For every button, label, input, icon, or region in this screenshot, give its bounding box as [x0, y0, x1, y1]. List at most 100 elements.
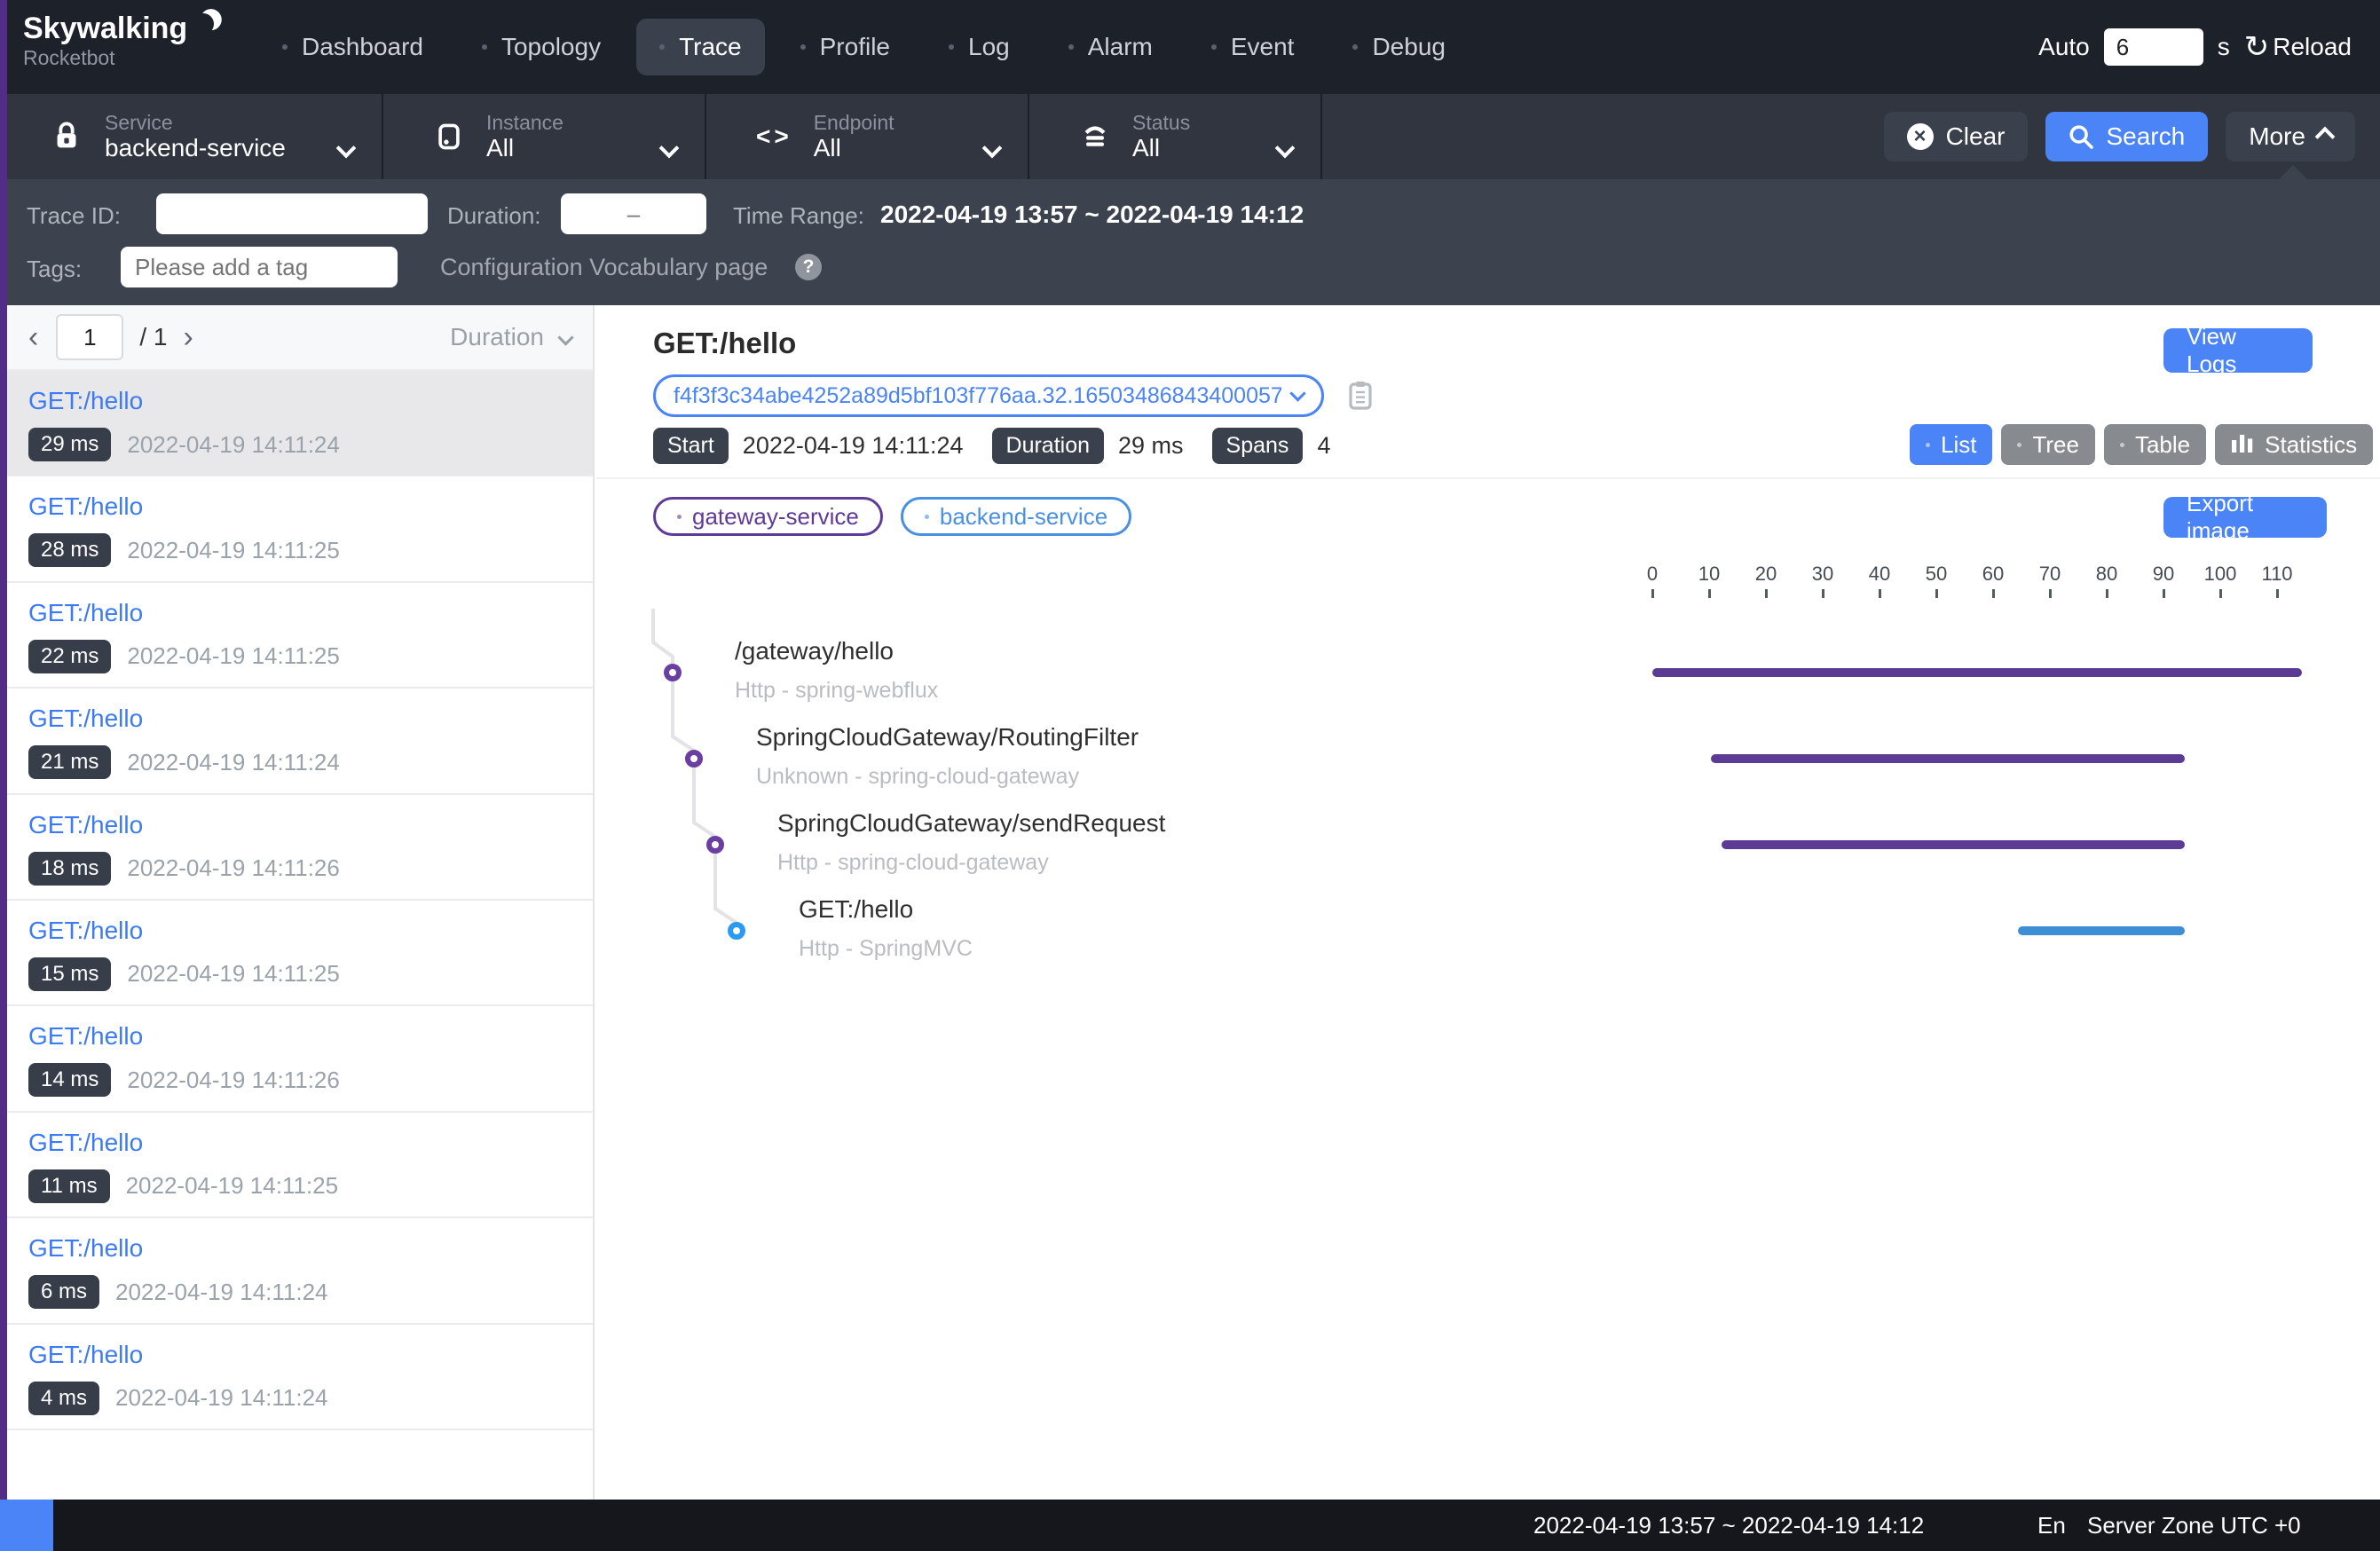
service-tag-gateway-service[interactable]: gateway-service	[653, 497, 883, 536]
trace-list-header: ‹ / 1 › Duration	[7, 305, 593, 371]
span-node-icon[interactable]	[685, 750, 703, 768]
tab-list[interactable]: List	[1910, 424, 1992, 465]
trace-list-item[interactable]: GET:/hello 11 ms2022-04-19 14:11:25	[7, 1113, 593, 1218]
instance-selector[interactable]: Instance All	[383, 94, 706, 179]
trace-item-title[interactable]: GET:/hello	[28, 599, 571, 627]
nav-item-log[interactable]: Log	[926, 19, 1033, 75]
axis-tick-mark	[2049, 589, 2052, 598]
trace-id-select[interactable]: f4f3f3c34abe4252a89d5bf103f776aa.32.1650…	[653, 374, 1324, 417]
reload-button[interactable]: ↻ Reload	[2244, 32, 2352, 62]
sort-dropdown[interactable]: Duration	[450, 323, 571, 351]
page-input[interactable]	[56, 314, 123, 360]
trace-item-title[interactable]: GET:/hello	[28, 1022, 571, 1051]
more-filter-panel: Trace ID: Duration: Time Range: 2022-04-…	[0, 179, 2380, 305]
next-page-button[interactable]: ›	[183, 322, 193, 352]
nav-item-dashboard[interactable]: Dashboard	[259, 19, 446, 75]
nav-item-dot	[1211, 44, 1217, 50]
span-node-icon[interactable]	[728, 922, 745, 940]
span-title[interactable]: SpringCloudGateway/sendRequest	[777, 809, 1165, 838]
trace-duration-badge: 6 ms	[28, 1275, 99, 1309]
axis-tick-mark	[1935, 589, 1938, 598]
search-button[interactable]: Search	[2045, 112, 2208, 161]
trace-duration-badge: 18 ms	[28, 852, 111, 886]
start-value: 2022-04-19 14:11:24	[743, 432, 964, 460]
nav-item-alarm[interactable]: Alarm	[1045, 19, 1176, 75]
trace-list-item[interactable]: GET:/hello 18 ms 2022-04-19 14:11:26	[7, 795, 593, 901]
trace-list-item[interactable]: GET:/hello29 ms2022-04-19 14:11:24	[7, 371, 593, 476]
nav-item-profile[interactable]: Profile	[777, 19, 913, 75]
trace-item-title[interactable]: GET:/hello	[28, 917, 571, 945]
nav-item-label: Topology	[501, 33, 601, 61]
span-node-icon[interactable]	[664, 664, 682, 681]
trace-item-title[interactable]: GET:/hello	[28, 811, 571, 839]
axis-tick-mark	[1708, 589, 1711, 598]
brand-text: Skywalking	[23, 12, 187, 45]
nav-item-topology[interactable]: Topology	[459, 19, 624, 75]
trace-item-meta: 11 ms2022-04-19 14:11:25	[28, 1169, 571, 1203]
trace-item-title[interactable]: GET:/hello	[28, 1234, 571, 1263]
export-image-button[interactable]: Export image	[2163, 497, 2327, 538]
language-switcher[interactable]: En	[2037, 1512, 2066, 1539]
duration-input[interactable]	[561, 193, 706, 234]
copy-icon[interactable]	[1349, 380, 1372, 417]
span-title[interactable]: /gateway/hello	[735, 637, 894, 665]
axis-tick-label: 110	[2261, 563, 2292, 586]
auto-label: Auto	[2038, 33, 2090, 61]
trace-timestamp: 2022-04-19 14:11:24	[115, 1384, 328, 1412]
export-image-label: Export image	[2187, 490, 2304, 545]
view-logs-button[interactable]: View Logs	[2163, 328, 2313, 373]
endpoint-selector[interactable]: <> Endpoint All	[706, 94, 1029, 179]
trace-list-item[interactable]: GET:/hello15 ms2022-04-19 14:11:25	[7, 901, 593, 1006]
nav-item-dot	[1352, 44, 1358, 50]
prev-page-button[interactable]: ‹	[28, 322, 38, 352]
trace-list-item[interactable]: GET:/hello14 ms2022-04-19 14:11:26	[7, 1006, 593, 1112]
auto-unit: s	[2218, 33, 2230, 61]
trace-item-title[interactable]: GET:/hello	[28, 705, 571, 733]
trace-item-title[interactable]: GET:/hello	[28, 1341, 571, 1369]
trace-list-item[interactable]: GET:/hello4 ms2022-04-19 14:11:24	[7, 1325, 593, 1430]
tab-statistics[interactable]: Statistics	[2215, 424, 2373, 465]
server-zone[interactable]: Server Zone UTC +0	[2087, 1512, 2301, 1539]
span-title[interactable]: SpringCloudGateway/RoutingFilter	[756, 723, 1139, 752]
more-button[interactable]: More	[2226, 112, 2355, 161]
trace-timestamp: 2022-04-19 14:11:26	[127, 854, 340, 882]
span-duration-bar[interactable]	[2018, 926, 2185, 935]
span-duration-bar[interactable]	[1722, 840, 2185, 849]
brand-logo[interactable]: Skywalking Rocketbot	[23, 12, 214, 70]
span-node-icon[interactable]	[706, 836, 724, 854]
vocabulary-link[interactable]: Configuration Vocabulary page	[440, 254, 768, 281]
nav-item-event[interactable]: Event	[1188, 19, 1318, 75]
time-range-value[interactable]: 2022-04-19 13:57 ~ 2022-04-19 14:12	[880, 201, 1304, 229]
more-label: More	[2249, 122, 2305, 151]
axis-tick-mark	[1765, 589, 1768, 598]
nav-item-debug[interactable]: Debug	[1329, 19, 1469, 75]
trace-id-input[interactable]	[156, 193, 428, 234]
trace-item-title[interactable]: GET:/hello	[28, 387, 571, 415]
span-duration-bar[interactable]	[1711, 754, 2185, 763]
span-title[interactable]: GET:/hello	[799, 895, 913, 924]
service-selector[interactable]: Service backend-service	[0, 94, 383, 179]
topnav-right: Auto s ↻ Reload	[2038, 0, 2352, 94]
trace-list-item[interactable]: GET:/hello 21 ms2022-04-19 14:11:24	[7, 689, 593, 794]
auto-interval-input[interactable]	[2104, 28, 2203, 66]
help-icon[interactable]: ?	[795, 254, 822, 280]
trace-item-meta: 28 ms2022-04-19 14:11:25	[28, 533, 571, 567]
service-tag-backend-service[interactable]: backend-service	[901, 497, 1131, 536]
tags-input[interactable]	[121, 247, 398, 287]
trace-list-item[interactable]: GET:/hello22 ms2022-04-19 14:11:25	[7, 583, 593, 689]
clear-button[interactable]: × Clear	[1884, 112, 2029, 161]
clear-icon: ×	[1907, 123, 1934, 150]
status-selector[interactable]: Status All	[1029, 94, 1322, 179]
span-duration-bar[interactable]	[1652, 668, 2302, 677]
nav-item-trace[interactable]: Trace	[636, 19, 765, 75]
trace-item-meta: 21 ms2022-04-19 14:11:24	[28, 745, 571, 779]
trace-list-item[interactable]: GET:/hello 6 ms 2022-04-19 14:11:24	[7, 1218, 593, 1324]
tab-tree[interactable]: Tree	[2001, 424, 2095, 465]
footer-collapse-button[interactable]	[0, 1500, 53, 1551]
trace-item-title[interactable]: GET:/hello	[28, 1129, 571, 1157]
tab-table[interactable]: Table	[2104, 424, 2206, 465]
trace-timestamp: 2022-04-19 14:11:24	[115, 1279, 328, 1306]
reload-label: Reload	[2273, 33, 2352, 61]
trace-list-item[interactable]: GET:/hello 28 ms2022-04-19 14:11:25	[7, 476, 593, 582]
trace-item-title[interactable]: GET:/hello	[28, 492, 571, 521]
